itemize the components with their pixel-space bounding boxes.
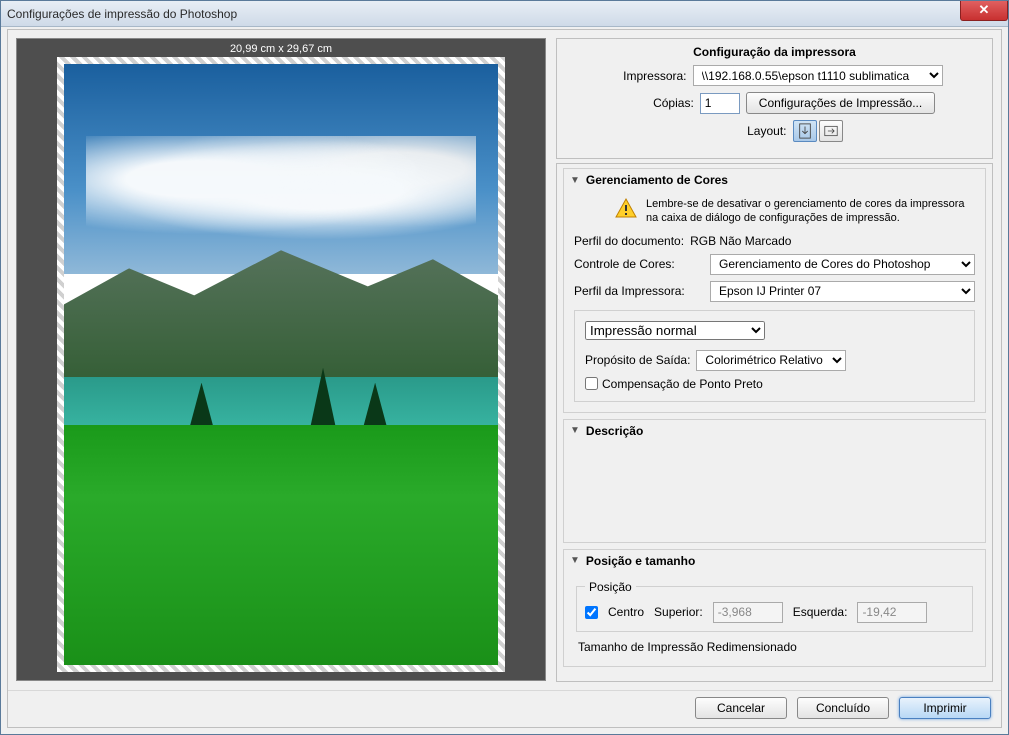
printer-config-panel: Configuração da impressora Impressora: \… [556,38,993,159]
copies-label: Cópias: [614,96,694,110]
settings-column: Configuração da impressora Impressora: \… [556,38,993,682]
left-label: Esquerda: [793,605,848,619]
printer-profile-select[interactable]: Epson IJ Printer 07 [710,281,975,302]
top-input [713,602,783,623]
titlebar: Configurações de impressão do Photoshop … [1,1,1008,27]
doc-profile-value: RGB Não Marcado [690,234,791,248]
printer-select[interactable]: \\192.168.0.55\epson t1110 sublimatica [693,65,943,86]
color-management-header[interactable]: ▼ Gerenciamento de Cores [564,169,985,191]
print-button[interactable]: Imprimir [899,697,991,719]
preview-area: 20,99 cm x 29,67 cm Corresponder C [16,38,546,682]
printer-profile-label: Perfil da Impressora: [574,284,704,298]
position-legend: Posição [585,580,636,594]
copies-input[interactable] [700,93,740,114]
position-section: ▼ Posição e tamanho Posição Centro Super… [563,549,986,667]
intent-select[interactable]: Colorimétrico Relativo [696,350,846,371]
layout-label: Layout: [707,124,787,138]
preview-canvas: 20,99 cm x 29,67 cm [16,38,546,681]
black-point-checkbox[interactable] [585,377,598,390]
footer-buttons: Cancelar Concluído Imprimir [8,690,1001,727]
doc-profile-label: Perfil do documento: [574,234,684,248]
center-label: Centro [608,605,644,619]
layout-icons [793,120,843,142]
done-button[interactable]: Concluído [797,697,889,719]
collapse-icon: ▼ [570,425,580,436]
color-control-select[interactable]: Gerenciamento de Cores do Photoshop [710,254,975,275]
print-settings-window: Configurações de impressão do Photoshop … [0,0,1009,735]
position-fieldset: Posição Centro Superior: Esquerda: [576,580,973,632]
dialog-content: 20,99 cm x 29,67 cm Corresponder C [7,29,1002,728]
settings-scroll[interactable]: ▼ Gerenciamento de Cores Lembre-se de de… [556,163,993,682]
description-header[interactable]: ▼ Descrição [564,420,985,442]
printer-label: Impressora: [607,69,687,83]
top-label: Superior: [654,605,703,619]
warning-text: Lembre-se de desativar o gerenciamento d… [646,197,975,226]
color-management-section: ▼ Gerenciamento de Cores Lembre-se de de… [563,168,986,413]
left-input [857,602,927,623]
print-mode-select[interactable]: Impressão normal [585,321,765,340]
preview-clouds [86,136,477,244]
center-checkbox[interactable] [585,606,598,619]
preview-image [64,64,498,665]
resize-heading: Tamanho de Impressão Redimensionado [574,638,975,656]
cancel-button[interactable]: Cancelar [695,697,787,719]
layout-portrait-icon[interactable] [793,120,817,142]
printer-config-heading: Configuração da impressora [567,45,982,59]
black-point-label: Compensação de Ponto Preto [602,377,763,391]
preview-grass [64,425,498,665]
close-button[interactable]: ✕ [960,1,1008,21]
render-subgroup: Impressão normal Propósito de Saída: Col… [574,310,975,402]
color-control-label: Controle de Cores: [574,257,704,271]
window-title: Configurações de impressão do Photoshop [7,7,237,21]
collapse-icon: ▼ [570,175,580,186]
layout-landscape-icon[interactable] [819,120,843,142]
warning-icon [614,197,638,221]
upper-area: 20,99 cm x 29,67 cm Corresponder C [8,30,1001,690]
description-section: ▼ Descrição [563,419,986,543]
description-body [564,442,985,542]
print-settings-button[interactable]: Configurações de Impressão... [746,92,935,114]
paper-dimensions: 20,99 cm x 29,67 cm [230,43,332,55]
position-header[interactable]: ▼ Posição e tamanho [564,550,985,572]
paper-preview [57,57,505,672]
intent-label: Propósito de Saída: [585,353,690,367]
collapse-icon: ▼ [570,555,580,566]
